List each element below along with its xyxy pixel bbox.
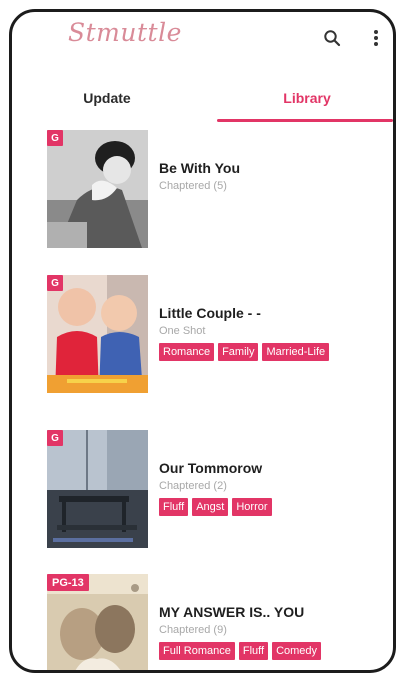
- more-options-button[interactable]: [364, 26, 388, 50]
- genre-tag[interactable]: Fluff: [238, 642, 269, 660]
- phone-screen: Stmuttle Update Library G Be With You Ch…: [9, 9, 396, 673]
- genre-tag[interactable]: Married-Life: [262, 343, 330, 361]
- story-subtitle: One Shot: [159, 325, 206, 337]
- app-bar: Stmuttle: [12, 12, 393, 68]
- genre-tag[interactable]: Horror: [232, 498, 272, 516]
- genre-tag[interactable]: Full Romance: [159, 642, 235, 660]
- story-info: MY ANSWER IS.. YOU Chaptered (9) Full Ro…: [159, 604, 389, 660]
- story-cover: G: [47, 130, 148, 248]
- search-button[interactable]: [320, 26, 344, 50]
- story-cover: PG-13: [47, 574, 148, 670]
- story-cover: G: [47, 430, 148, 548]
- genre-tag[interactable]: Family: [218, 343, 259, 361]
- story-item[interactable]: G Be With You Chaptered (5): [47, 130, 387, 250]
- tab-library[interactable]: Library: [212, 76, 393, 120]
- genre-tag[interactable]: Fluff: [159, 498, 189, 516]
- rating-badge: PG-13: [47, 574, 89, 591]
- story-info: Be With You Chaptered (5): [159, 160, 389, 192]
- tab-indicator: [217, 119, 393, 122]
- story-title: Be With You: [159, 160, 241, 176]
- rating-badge: G: [47, 130, 63, 146]
- genre-tag[interactable]: Romance: [159, 343, 215, 361]
- rating-badge: G: [47, 430, 63, 446]
- story-title: Our Tommorow: [159, 460, 263, 476]
- tab-bar: Update Library: [12, 76, 393, 122]
- story-subtitle: Chaptered (2): [159, 480, 227, 492]
- rating-badge: G: [47, 275, 63, 291]
- app-logo: Stmuttle: [68, 18, 182, 47]
- story-item[interactable]: PG-13 MY ANSWER IS.. YOU Chaptered (9) F…: [47, 574, 389, 670]
- story-subtitle: Chaptered (9): [159, 624, 227, 636]
- story-cover: G: [47, 275, 148, 393]
- search-icon: [324, 30, 341, 47]
- story-item[interactable]: G Little Couple - - One Shot Romance Fam…: [47, 275, 387, 395]
- genre-tag[interactable]: Comedy: [272, 642, 322, 660]
- tag-list: Romance Family Married-Life: [159, 343, 389, 361]
- story-subtitle: Chaptered (5): [159, 180, 227, 192]
- genre-tag[interactable]: Angst: [192, 498, 229, 516]
- story-title: Little Couple - -: [159, 305, 261, 321]
- tab-update[interactable]: Update: [12, 76, 202, 120]
- story-info: Little Couple - - One Shot Romance Famil…: [159, 305, 389, 361]
- story-title: MY ANSWER IS.. YOU: [159, 604, 305, 620]
- more-vertical-icon: [374, 30, 378, 46]
- tag-list: Fluff Angst Horror: [159, 498, 389, 516]
- tag-list: Full Romance Fluff Comedy: [159, 642, 389, 660]
- story-info: Our Tommorow Chaptered (2) Fluff Angst H…: [159, 460, 389, 516]
- story-item[interactable]: G Our Tommorow Chaptered (2) Fluff Angst…: [47, 430, 387, 550]
